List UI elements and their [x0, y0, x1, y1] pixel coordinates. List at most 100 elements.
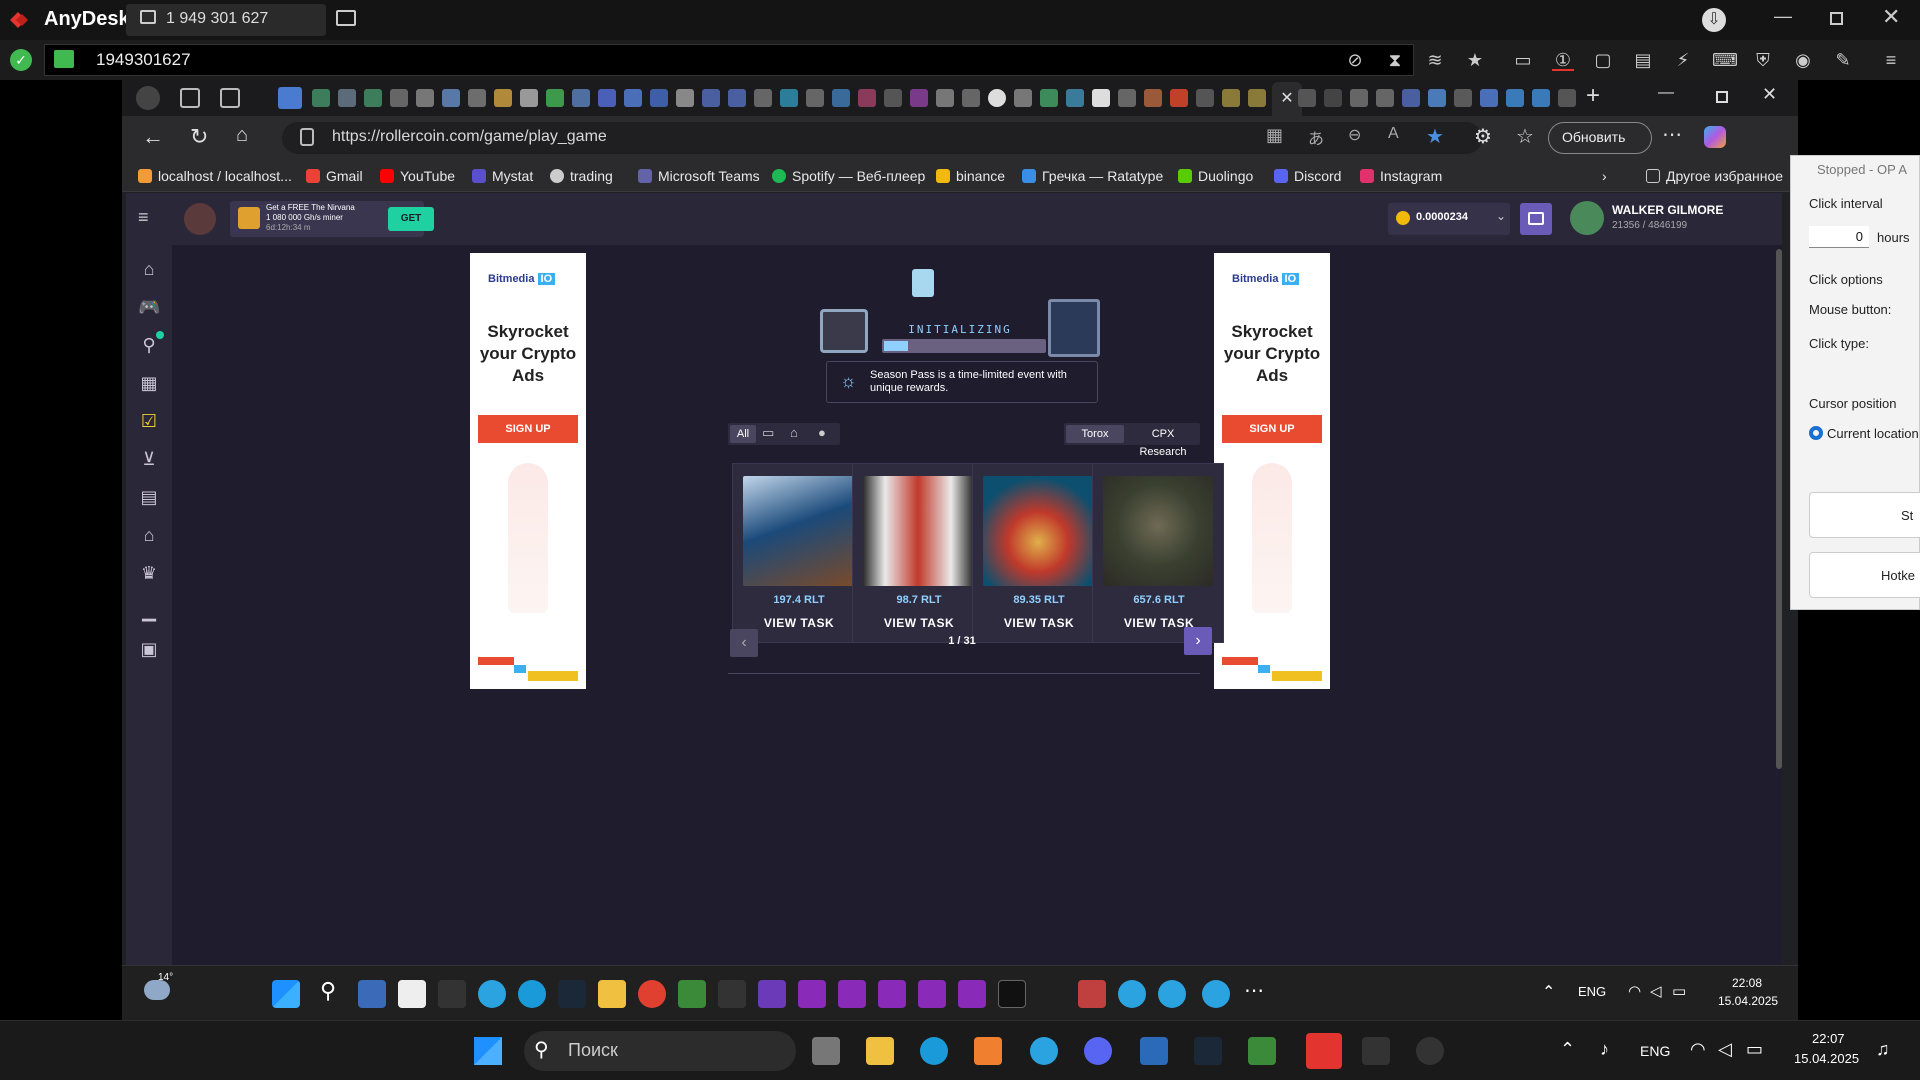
right-ad-banner[interactable]: Bitmedia IO Skyrocket your Crypto Ads SI…: [1214, 253, 1330, 689]
hourglass-icon[interactable]: ⧗: [1384, 49, 1406, 71]
wifi-icon[interactable]: ◠: [1690, 1039, 1706, 1060]
tab-favicon[interactable]: [936, 89, 954, 107]
tray-chevron-icon[interactable]: ⌃: [1560, 1039, 1575, 1060]
game-card[interactable]: 98.7 RLT VIEW TASK: [852, 463, 984, 643]
app-icon[interactable]: [798, 980, 826, 1008]
telegram-icon[interactable]: [1158, 980, 1186, 1008]
store-icon[interactable]: [358, 980, 386, 1008]
browser-close-icon[interactable]: ✕: [1762, 84, 1777, 105]
display-icon[interactable]: ▢: [1592, 49, 1614, 71]
vertical-tabs-icon[interactable]: [220, 88, 240, 108]
back-icon[interactable]: ←: [142, 124, 164, 150]
tab-favicon[interactable]: [1066, 89, 1084, 107]
folder-icon[interactable]: [598, 980, 626, 1008]
app-icon[interactable]: [758, 980, 786, 1008]
app-icon[interactable]: [1416, 1037, 1444, 1065]
discord-icon[interactable]: [1084, 1037, 1112, 1065]
translate-icon[interactable]: あ: [1308, 125, 1324, 149]
provider-cpx[interactable]: CPX Research: [1128, 425, 1198, 458]
tab-favicon[interactable]: [780, 89, 798, 107]
zoom-out-icon[interactable]: ⊖: [1348, 125, 1361, 145]
vpn-icon[interactable]: [438, 980, 466, 1008]
tab-favicon[interactable]: [1480, 89, 1498, 107]
leaderboard-nav-icon[interactable]: ▁: [138, 601, 160, 623]
username[interactable]: WALKER GILMORE: [1612, 203, 1723, 217]
tab-favicon[interactable]: [278, 87, 302, 109]
privacy-icon[interactable]: ⊘: [1344, 49, 1366, 71]
minimize-icon[interactable]: —: [1774, 6, 1792, 27]
tab-favicon[interactable]: [1014, 89, 1032, 107]
tab-favicon[interactable]: [390, 89, 408, 107]
tab-favicon[interactable]: [1454, 89, 1472, 107]
chrome-icon[interactable]: [638, 980, 666, 1008]
tab-favicon[interactable]: [1118, 89, 1136, 107]
search-box[interactable]: [524, 1031, 796, 1071]
filter-apple-icon[interactable]: ●: [818, 425, 826, 440]
favorites-bar-icon[interactable]: ☆: [1516, 124, 1534, 149]
tab-favicon[interactable]: [338, 89, 356, 107]
tab-favicon[interactable]: [754, 89, 772, 107]
referral-nav-icon[interactable]: ⚲: [138, 335, 160, 357]
read-aloud-icon[interactable]: A: [1388, 125, 1399, 143]
tab-favicon[interactable]: [494, 89, 512, 107]
chat-icon[interactable]: ▤: [1632, 49, 1654, 71]
warehouse-nav-icon[interactable]: ⌂: [138, 525, 160, 547]
tab-favicon[interactable]: [1402, 89, 1420, 107]
tab-favicon[interactable]: [520, 89, 538, 107]
favorites-star-icon[interactable]: ★: [1426, 124, 1444, 149]
record-icon[interactable]: ◉: [1792, 49, 1814, 71]
tab-favicon[interactable]: [312, 89, 330, 107]
news-nav-icon[interactable]: ▣: [138, 639, 160, 661]
editor-icon[interactable]: [1248, 1037, 1276, 1065]
edge-icon[interactable]: [920, 1037, 948, 1065]
tab-favicon[interactable]: [702, 89, 720, 107]
tab-favicon[interactable]: [364, 89, 382, 107]
promo-get-button[interactable]: GET: [388, 207, 434, 231]
tab-favicon[interactable]: [884, 89, 902, 107]
telegram-icon[interactable]: [478, 980, 506, 1008]
tab-favicon[interactable]: [676, 89, 694, 107]
bookmark-trading[interactable]: trading: [550, 168, 613, 184]
filter-desktop-icon[interactable]: ▭: [762, 425, 774, 441]
tab-favicon[interactable]: [1350, 89, 1368, 107]
tab-favicon[interactable]: [832, 89, 850, 107]
menu-icon[interactable]: ≡: [1880, 49, 1902, 71]
tab-favicon[interactable]: [1222, 89, 1240, 107]
bookmark-spotify[interactable]: Spotify — Веб-плеер: [772, 168, 925, 184]
search-icon[interactable]: ⚲: [320, 978, 336, 1004]
profile-avatar[interactable]: [136, 86, 160, 110]
view-task-button[interactable]: VIEW TASK: [733, 616, 865, 630]
bookmark-instagram[interactable]: Instagram: [1360, 168, 1442, 184]
app-icon[interactable]: [958, 980, 986, 1008]
tab-favicon[interactable]: [624, 89, 642, 107]
new-session-icon[interactable]: [336, 10, 356, 26]
lock-icon[interactable]: [300, 128, 314, 146]
tab-favicon[interactable]: [1506, 89, 1524, 107]
anydesk-icon[interactable]: [1306, 1033, 1342, 1069]
mute-icon[interactable]: ◁: [1650, 982, 1662, 1000]
rollercoin-logo[interactable]: [184, 203, 216, 235]
volume-icon[interactable]: ◁: [1718, 1039, 1732, 1060]
game-card[interactable]: 89.35 RLT VIEW TASK: [972, 463, 1104, 643]
current-location-radio[interactable]: [1809, 426, 1823, 440]
telegram-icon[interactable]: [1118, 980, 1146, 1008]
bookmark-mystat[interactable]: Mystat: [472, 168, 533, 184]
remote-address-field[interactable]: [44, 44, 1414, 76]
tab-favicon[interactable]: [416, 89, 434, 107]
app-icon[interactable]: [1078, 980, 1106, 1008]
tab-favicon[interactable]: [962, 89, 980, 107]
telegram-icon[interactable]: [1030, 1037, 1058, 1065]
close-icon[interactable]: ✕: [1882, 4, 1900, 30]
tab-favicon[interactable]: [1558, 89, 1576, 107]
editor-icon[interactable]: [678, 980, 706, 1008]
tray-chevron-icon[interactable]: ⌃: [1542, 982, 1555, 1002]
collections-icon[interactable]: [180, 88, 200, 108]
app-icon[interactable]: [1362, 1037, 1390, 1065]
tab-favicon[interactable]: [468, 89, 486, 107]
tab-favicon[interactable]: [572, 89, 590, 107]
console-icon[interactable]: [998, 980, 1026, 1008]
other-bookmarks[interactable]: Другое избранное: [1646, 168, 1783, 184]
file-transfer-icon[interactable]: ▭: [1512, 49, 1534, 71]
filter-android-icon[interactable]: ⌂: [790, 425, 798, 440]
tab-favicon[interactable]: [1324, 89, 1342, 107]
